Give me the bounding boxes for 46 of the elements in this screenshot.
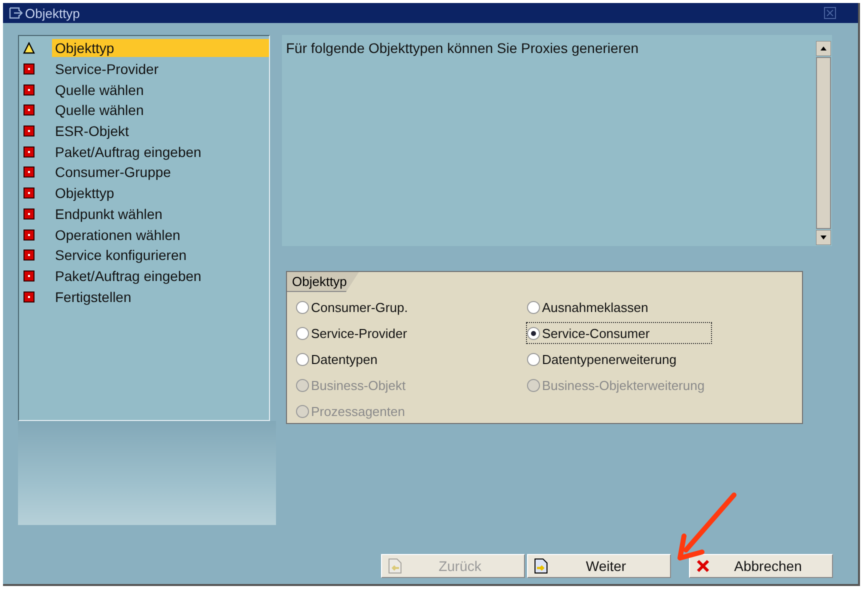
close-icon[interactable] bbox=[824, 7, 836, 19]
info-text: Für folgende Objekttypen können Sie Proxies generieren bbox=[286, 40, 639, 58]
error-icon bbox=[23, 146, 35, 158]
step-item[interactable]: Objekttyp bbox=[52, 184, 269, 202]
error-icon bbox=[23, 290, 35, 303]
error-icon bbox=[23, 228, 35, 241]
window-icon bbox=[9, 7, 23, 19]
cancel-icon bbox=[696, 559, 710, 573]
annotation-arrow bbox=[676, 492, 738, 562]
scrollbar[interactable] bbox=[815, 40, 832, 246]
error-icon bbox=[23, 104, 35, 116]
warning-icon bbox=[23, 42, 35, 54]
scroll-down-icon[interactable] bbox=[816, 230, 831, 245]
error-icon bbox=[23, 187, 35, 200]
error-icon bbox=[23, 166, 35, 178]
error-icon bbox=[23, 63, 35, 76]
error-icon bbox=[23, 249, 35, 262]
radio-option[interactable]: Ausnahmeklassen bbox=[526, 296, 654, 318]
step-item[interactable]: Service konfigurieren bbox=[52, 246, 269, 264]
wizard-button[interactable]: Weiter bbox=[527, 554, 671, 578]
step-item[interactable]: ESR-Objekt bbox=[52, 122, 269, 140]
step-item[interactable]: Paket/Auftrag eingeben bbox=[52, 142, 269, 161]
window-title: Objekttyp bbox=[25, 6, 81, 20]
group-title: Objekttyp bbox=[287, 272, 359, 292]
radio-option[interactable]: Service-Provider bbox=[295, 322, 412, 344]
error-icon bbox=[23, 270, 35, 282]
error-icon bbox=[23, 208, 35, 220]
radio-option[interactable]: Datentypen bbox=[295, 348, 382, 370]
scroll-up-icon[interactable] bbox=[816, 41, 831, 56]
step-item[interactable]: Objekttyp bbox=[52, 39, 269, 58]
back-icon bbox=[388, 558, 402, 574]
error-icon bbox=[23, 84, 35, 96]
next-icon bbox=[534, 558, 548, 574]
wizard-button[interactable]: Abbrechen bbox=[689, 554, 833, 578]
error-icon bbox=[23, 125, 35, 138]
radio-option[interactable]: Service-Consumer bbox=[526, 322, 712, 344]
step-item[interactable]: Paket/Auftrag eingeben bbox=[52, 266, 269, 285]
step-item[interactable]: Quelle wählen bbox=[52, 101, 269, 120]
step-item[interactable]: Consumer-Gruppe bbox=[52, 163, 269, 182]
radio-option[interactable]: Datentypenerweiterung bbox=[526, 348, 682, 370]
step-item[interactable]: Operationen wählen bbox=[52, 226, 269, 244]
step-item[interactable]: Service-Provider bbox=[52, 60, 269, 78]
radio-option[interactable]: Consumer-Grup. bbox=[295, 296, 413, 318]
step-item[interactable]: Fertigstellen bbox=[52, 288, 269, 306]
step-item[interactable]: Endpunkt wählen bbox=[52, 204, 269, 223]
step-item[interactable]: Quelle wählen bbox=[52, 80, 269, 99]
